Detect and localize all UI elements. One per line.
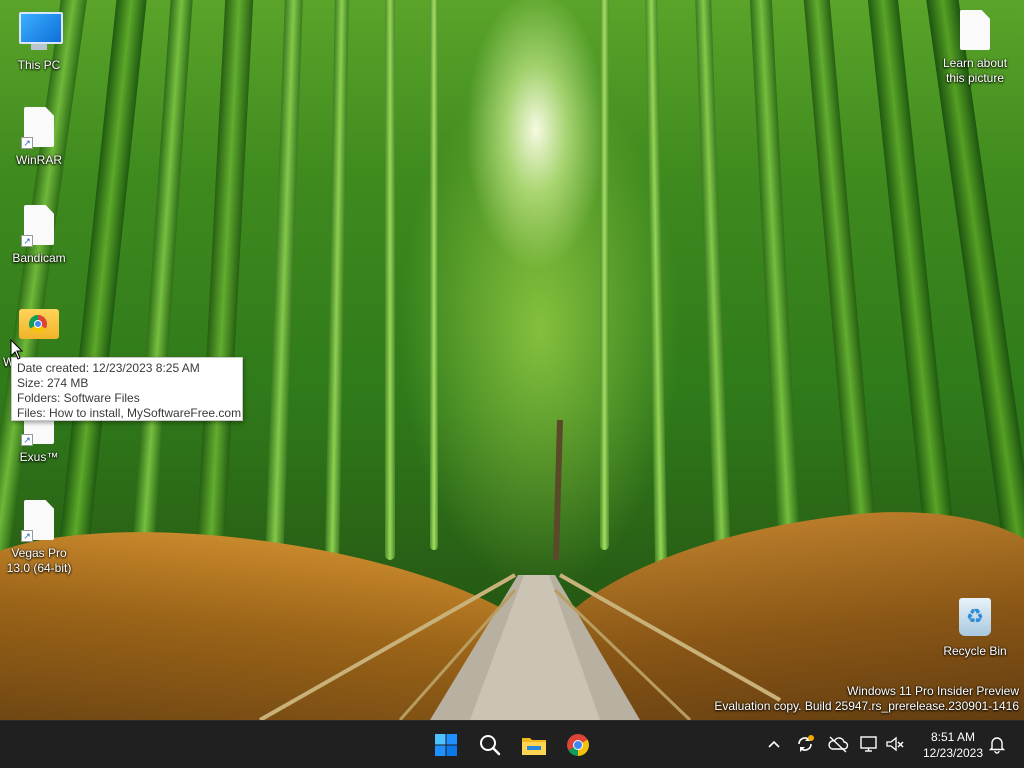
search-icon — [480, 735, 501, 756]
desktop-icon-label: Exus™ — [19, 450, 59, 464]
desktop-icon-label-line1: Vegas Pro — [11, 546, 67, 560]
start-button[interactable] — [428, 727, 464, 763]
folder-info-tooltip: Date created: 12/23/2023 8:25 AM Size: 2… — [11, 357, 243, 421]
watermark-build: Evaluation copy. Build 25947.rs_prerelea… — [714, 699, 1019, 713]
tooltip-files: Files: How to install, MySoftwareFree.co… — [17, 406, 242, 420]
monitor-icon — [19, 12, 63, 56]
mouse-cursor-icon — [10, 339, 24, 360]
windows-watermark: Windows 11 Pro Insider Preview Evaluatio… — [714, 684, 1019, 714]
desktop-icon-label: Bandicam — [12, 251, 66, 265]
clock-date: 12/23/2023 — [922, 746, 984, 760]
onedrive-tray-button[interactable] — [827, 733, 849, 755]
sync-tray-button[interactable] — [794, 733, 816, 755]
network-icon — [860, 736, 877, 752]
start-icon — [435, 734, 457, 756]
file-icon — [955, 10, 995, 54]
notification-bell-icon — [988, 737, 1006, 754]
desktop-icon-label: Recycle Bin — [943, 644, 1007, 658]
desktop-icon-recycle-bin[interactable]: ♻ Recycle Bin — [937, 598, 1013, 659]
search-button[interactable] — [472, 727, 508, 763]
taskbar-clock[interactable]: 8:51 AM 12/23/2023 — [920, 729, 986, 761]
desktop-icon-label: WinRAR — [15, 153, 62, 167]
network-tray-button[interactable] — [858, 733, 880, 755]
volume-tray-button[interactable] — [884, 733, 906, 755]
desktop-icon-label-line1: Learn about — [942, 56, 1008, 70]
clock-time: 8:51 AM — [930, 730, 976, 744]
desktop-icon-label-line2: 13.0 (64-bit) — [6, 561, 72, 575]
desktop-icon-label: This PC — [17, 58, 61, 72]
notifications-button[interactable] — [986, 733, 1008, 755]
show-hidden-icons-button[interactable] — [763, 733, 785, 755]
desktop-icon-vegas-pro[interactable]: ↗ Vegas Pro 13.0 (64-bit) — [1, 500, 77, 576]
chrome-icon — [567, 734, 589, 756]
file-shortcut-icon: ↗ — [19, 205, 59, 249]
desktop-icon-label-line2: this picture — [945, 71, 1005, 85]
recycle-bin-icon: ♻ — [955, 598, 995, 642]
onedrive-icon — [828, 736, 849, 753]
sync-icon — [798, 735, 814, 752]
tooltip-size: Size: 274 MB — [17, 376, 89, 390]
desktop-icon-bandicam[interactable]: ↗ Bandicam — [1, 205, 77, 266]
chrome-button[interactable] — [560, 727, 596, 763]
desktop-icon-learn-about-picture[interactable]: Learn about this picture — [937, 10, 1013, 86]
watermark-edition: Windows 11 Pro Insider Preview — [847, 684, 1019, 698]
file-explorer-button[interactable] — [516, 727, 552, 763]
tooltip-date-created: Date created: 12/23/2023 8:25 AM — [17, 361, 200, 375]
file-explorer-icon — [522, 738, 546, 755]
desktop-icon-this-pc[interactable]: This PC — [1, 10, 77, 73]
desktop-icon-winrar[interactable]: ↗ WinRAR — [1, 107, 77, 168]
chrome-icon — [29, 315, 47, 333]
chevron-up-icon — [768, 740, 780, 748]
volume-muted-icon — [886, 736, 904, 752]
taskbar: 8:51 AM 12/23/2023 — [0, 720, 1024, 768]
file-shortcut-icon: ↗ — [19, 107, 59, 151]
file-shortcut-icon: ↗ — [19, 500, 59, 544]
tooltip-folders: Folders: Software Files — [17, 391, 140, 405]
folder-icon — [19, 309, 59, 353]
